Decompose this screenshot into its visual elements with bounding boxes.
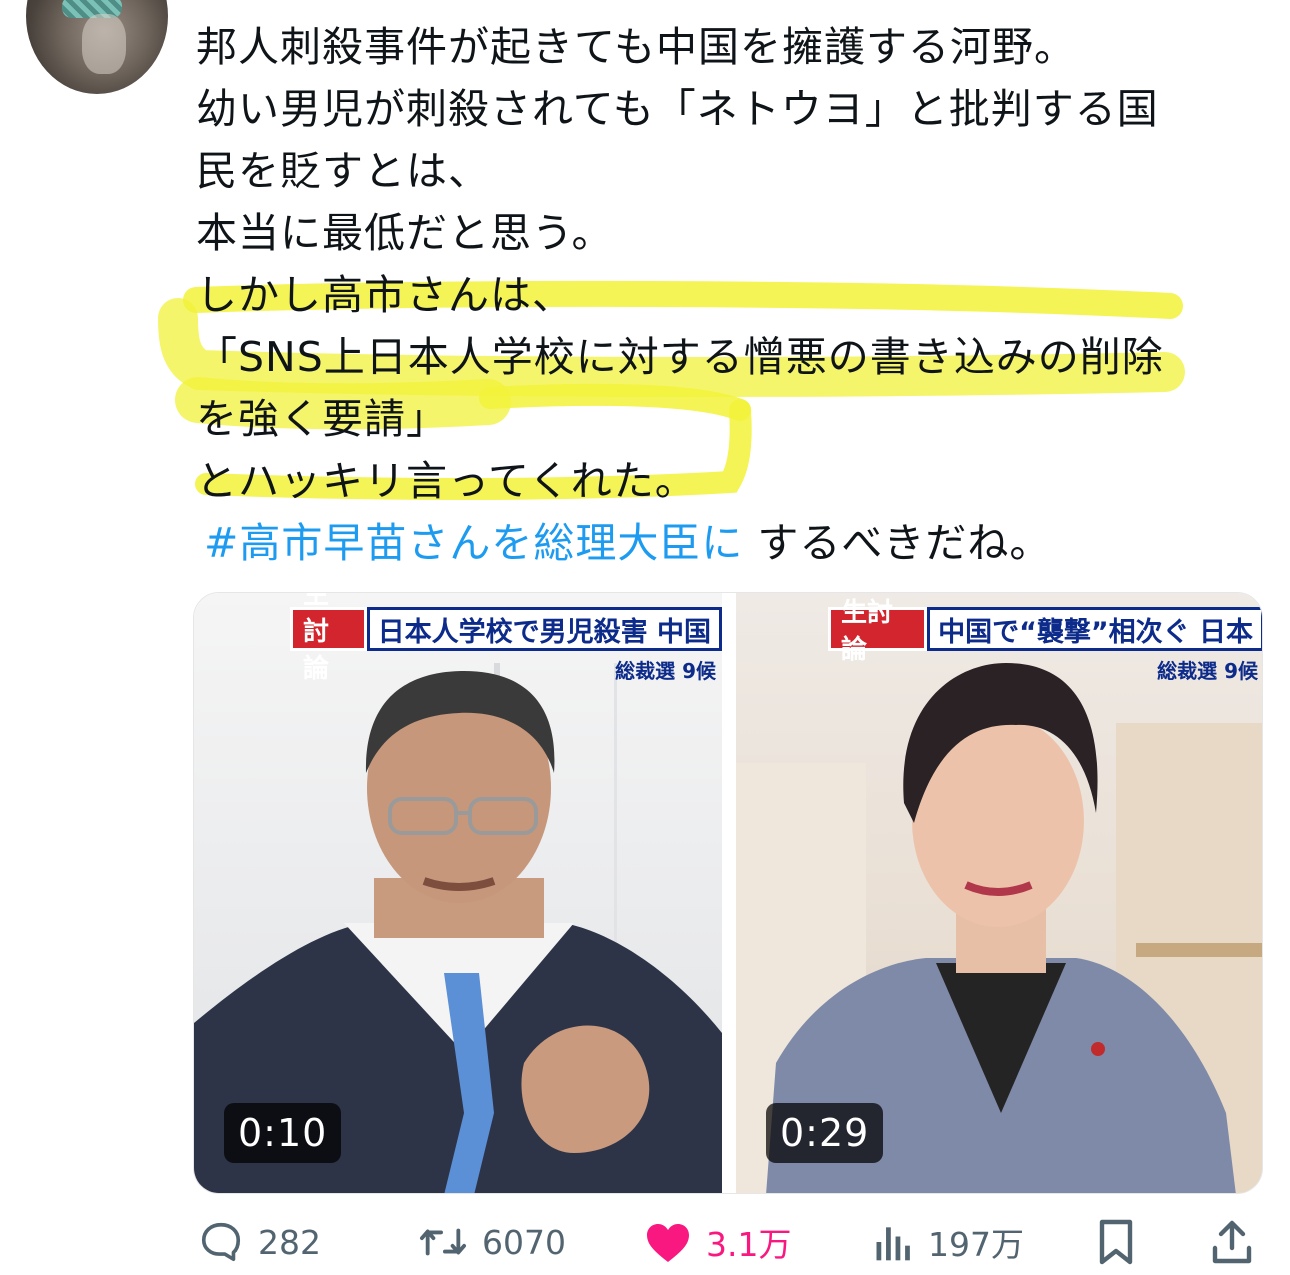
reply-icon xyxy=(201,1222,241,1262)
video-duration-badge: 0:10 xyxy=(224,1103,342,1163)
analytics-icon xyxy=(876,1227,910,1261)
news-headline: 中国で“襲撃”相次ぐ 日本 xyxy=(927,607,1262,651)
heart-icon xyxy=(647,1224,689,1262)
repost-icon xyxy=(419,1228,466,1256)
tweet-text: 邦人刺殺事件が起きても中国を擁護する河野。 幼い男児が刺殺されても「ネトウヨ」と… xyxy=(196,16,1256,574)
media-grid: 生討論 日本人学校で男児殺害 中国 総裁選 9候 0:10 生討論 中国で“襲撃… xyxy=(193,592,1263,1194)
reply-button[interactable]: 282 xyxy=(198,1212,321,1272)
tweet-line: 「SNS上日本人学校に対する憎悪の書き込みの削除 xyxy=(196,333,1164,381)
hashtag-link[interactable]: #高市早苗さんを総理大臣に xyxy=(204,519,743,567)
tweet-line: を強く要請」 xyxy=(196,395,448,443)
like-count: 3.1万 xyxy=(706,1225,792,1264)
tweet-line: 邦人刺殺事件が起きても中国を擁護する河野。 xyxy=(196,23,1076,71)
tweet-action-bar: 282 6070 3.1万 197万 xyxy=(0,1212,1290,1272)
hashtag-suffix: するべきだね。 xyxy=(743,519,1052,567)
video-duration-badge: 0:29 xyxy=(766,1103,884,1163)
news-subline: 総裁選 9候 xyxy=(615,659,716,683)
bookmark-icon xyxy=(1099,1219,1133,1265)
news-subline: 総裁選 9候 xyxy=(1157,659,1258,683)
video-left[interactable]: 生討論 日本人学校で男児殺害 中国 総裁選 9候 0:10 xyxy=(194,593,722,1193)
tweet-hashtag-line: #高市早苗さんを総理大臣に するべきだね。 xyxy=(196,512,1256,574)
news-tag: 生討論 xyxy=(828,598,928,665)
share-button[interactable] xyxy=(1210,1212,1254,1272)
tweet-line: とハッキリ言ってくれた。 xyxy=(196,457,697,505)
tweet-line: しかし高市さんは、 xyxy=(196,271,574,319)
views-count: 197万 xyxy=(928,1225,1024,1264)
repost-count: 6070 xyxy=(482,1222,566,1262)
like-button[interactable]: 3.1万 xyxy=(644,1212,791,1272)
repost-button[interactable]: 6070 xyxy=(418,1212,566,1272)
tweet-line: 民を貶すとは、 xyxy=(196,147,490,195)
news-tag: 生討論 xyxy=(290,593,367,684)
tweet-line: 本当に最低だと思う。 xyxy=(196,209,614,257)
news-headline: 日本人学校で男児殺害 中国 xyxy=(366,607,722,651)
views-button[interactable]: 197万 xyxy=(872,1212,1024,1272)
bookmark-button[interactable] xyxy=(1096,1212,1136,1272)
avatar-face xyxy=(82,14,126,74)
author-avatar[interactable] xyxy=(26,0,168,94)
reply-count: 282 xyxy=(258,1222,321,1262)
video-right[interactable]: 生討論 中国で“襲撃”相次ぐ 日本 総裁選 9候 0:29 xyxy=(736,593,1262,1193)
news-ticker: 生討論 中国で“襲撃”相次ぐ 日本 xyxy=(828,598,1262,665)
media-divider xyxy=(722,593,736,1193)
share-icon xyxy=(1212,1220,1252,1264)
news-ticker: 生討論 日本人学校で男児殺害 中国 xyxy=(290,593,722,684)
tweet-line: 幼い男児が刺殺されても「ネトウヨ」と批判する国 xyxy=(196,85,1159,133)
